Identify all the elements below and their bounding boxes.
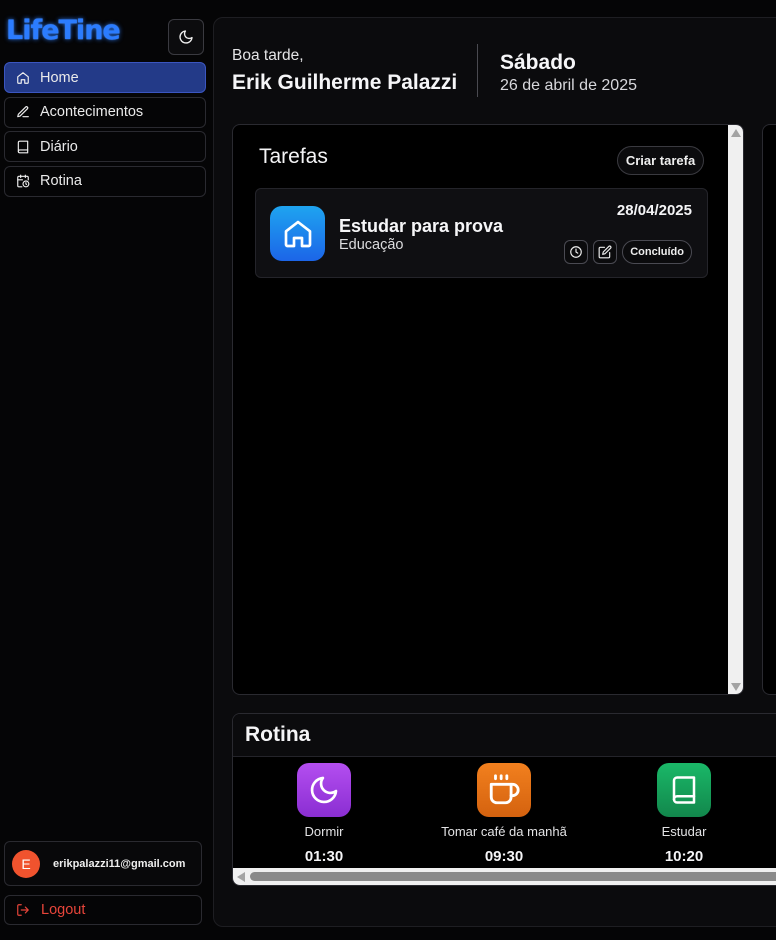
scrollbar-thumb[interactable] (250, 872, 776, 881)
routine-icon (477, 763, 531, 817)
clock-icon (570, 246, 583, 258)
scroll-left-icon[interactable] (237, 872, 245, 882)
sidebar-item-label: Diário (40, 138, 78, 155)
edit-icon (598, 245, 612, 259)
user-card[interactable]: E erikpalazzi11@gmail.com (4, 841, 202, 886)
task-status-button[interactable]: Concluído (622, 240, 692, 264)
task-name: Estudar para prova (339, 216, 504, 236)
sidebar-nav: Home Acontecimentos Diário Rotina (4, 62, 206, 200)
tasks-card: Tarefas Criar tarefa Estudar para prova … (232, 124, 744, 695)
sidebar-item-rotina[interactable]: Rotina (4, 165, 206, 197)
routine-time: 01:30 (304, 848, 344, 865)
logout-button[interactable]: Logout (4, 895, 202, 925)
create-task-button[interactable]: Criar tarefa (617, 146, 704, 175)
coffee-icon (489, 774, 520, 805)
logout-label: Logout (41, 902, 86, 918)
routine-title: Rotina (245, 723, 311, 746)
scroll-up-icon[interactable] (731, 129, 741, 137)
routine-item[interactable]: Estudar 10:20 (604, 763, 764, 865)
sidebar-item-home[interactable]: Home (4, 62, 206, 93)
tasks-title: Tarefas (259, 145, 328, 168)
sidebar-item-diario[interactable]: Diário (4, 131, 206, 162)
routine-name: Estudar (661, 824, 707, 839)
routine-name: Tomar café da manhã (441, 824, 567, 839)
routine-name: Dormir (304, 824, 344, 839)
task-edit-button[interactable] (593, 240, 618, 264)
tasks-scrollbar[interactable] (728, 125, 743, 694)
avatar: E (12, 849, 40, 878)
task-item[interactable]: Estudar para prova Educação 28/04/2025 C… (255, 188, 708, 278)
theme-toggle-button[interactable] (168, 19, 204, 55)
sidebar-item-label: Home (40, 69, 79, 86)
task-date: 28/04/2025 (616, 202, 692, 219)
routine-scrollbar[interactable] (233, 868, 776, 885)
book-icon (672, 776, 696, 804)
app-logo[interactable]: LifeTine (6, 15, 121, 46)
calendar-clock-icon (17, 174, 30, 188)
routine-time: 09:30 (484, 848, 524, 865)
moon-icon (310, 776, 338, 804)
sidebar-item-acontecimentos[interactable]: Acontecimentos (4, 96, 206, 128)
user-name: Erik Guilherme Palazzi (232, 71, 458, 94)
weekday: Sábado (500, 51, 576, 74)
routine-item[interactable]: Tomar café da manhã 09:30 (424, 763, 584, 865)
sidebar-item-label: Acontecimentos (40, 104, 144, 120)
home-icon (284, 220, 311, 247)
task-actions: Concluído (564, 240, 692, 264)
scroll-down-icon[interactable] (731, 683, 741, 691)
moon-icon (179, 30, 193, 44)
home-icon (17, 71, 29, 84)
current-date: 26 de abril de 2025 (500, 77, 637, 94)
task-category: Educação (339, 237, 404, 253)
sidebar-item-label: Rotina (40, 173, 82, 189)
logout-icon (17, 904, 29, 916)
routine-header: Rotina (233, 714, 776, 757)
book-icon (17, 140, 29, 153)
user-email: erikpalazzi11@gmail.com (53, 857, 186, 870)
header-divider (477, 44, 478, 97)
task-category-icon (270, 206, 325, 261)
routine-icon (297, 763, 351, 817)
routine-card: Rotina Dormir 01:30 Tomar café da manhã … (232, 713, 776, 886)
pencil-icon (17, 106, 29, 118)
routine-time: 10:20 (664, 848, 704, 865)
routine-item[interactable]: Dormir 01:30 (244, 763, 404, 865)
greeting: Boa tarde, (232, 47, 304, 64)
task-clock-button[interactable] (564, 240, 589, 264)
routine-icon (657, 763, 711, 817)
secondary-card (762, 124, 776, 695)
